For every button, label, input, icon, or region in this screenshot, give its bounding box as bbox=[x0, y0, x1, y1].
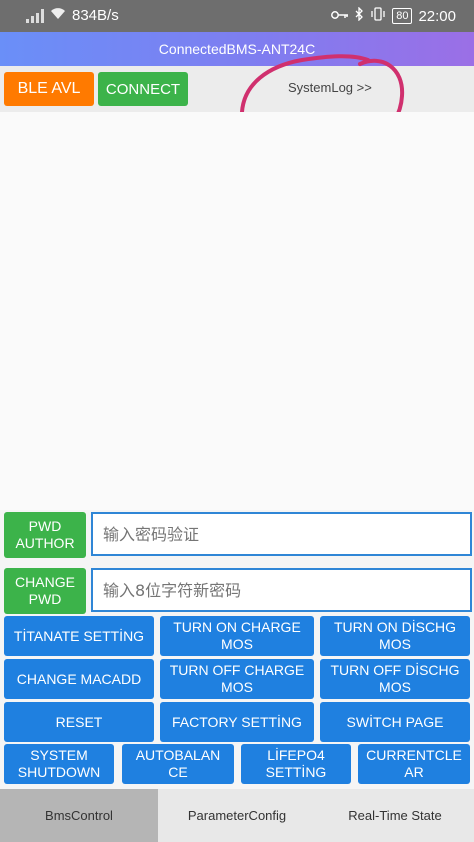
log-area bbox=[0, 112, 474, 510]
switch-page-button[interactable]: SWİTCH PAGE bbox=[320, 702, 470, 742]
vibrate-icon bbox=[370, 7, 386, 25]
factory-setting-button[interactable]: FACTORY SETTİNG bbox=[160, 702, 314, 742]
network-speed: 834B/s bbox=[72, 7, 119, 24]
app-title: ConnectedBMS-ANT24C bbox=[0, 32, 474, 66]
status-left: 834B/s bbox=[26, 7, 119, 24]
status-bar: 834B/s 80 22:00 bbox=[0, 0, 474, 32]
pwd-author-row: PWD AUTHOR bbox=[0, 510, 474, 560]
bottom-nav: BmsControl ParameterConfig Real-Time Sta… bbox=[0, 789, 474, 842]
battery-icon: 80 bbox=[392, 8, 413, 24]
wifi-icon bbox=[50, 7, 66, 24]
new-password-input[interactable] bbox=[91, 568, 472, 612]
tab-bmscontrol[interactable]: BmsControl bbox=[0, 789, 158, 842]
pwd-author-button[interactable]: PWD AUTHOR bbox=[4, 512, 86, 558]
key-icon bbox=[331, 8, 349, 25]
password-input[interactable] bbox=[91, 512, 472, 556]
lifepo4-setting-button[interactable]: LİFEPO4 SETTİNG bbox=[241, 744, 351, 784]
currentclear-button[interactable]: CURRENTCLEAR bbox=[358, 744, 470, 784]
change-macadd-button[interactable]: CHANGE MACADD bbox=[4, 659, 154, 699]
change-pwd-row: CHANGE PWD bbox=[0, 566, 474, 616]
reset-button[interactable]: RESET bbox=[4, 702, 154, 742]
connect-button[interactable]: CONNECT bbox=[98, 72, 188, 106]
toolbar: BLE AVL CONNECT SystemLog >> bbox=[0, 66, 474, 112]
bluetooth-icon bbox=[355, 6, 364, 25]
turn-on-charge-mos-button[interactable]: TURN ON CHARGE MOS bbox=[160, 616, 314, 656]
titanate-setting-button[interactable]: TİTANATE SETTİNG bbox=[4, 616, 154, 656]
ble-avl-button[interactable]: BLE AVL bbox=[4, 72, 94, 106]
system-shutdown-button[interactable]: SYSTEM SHUTDOWN bbox=[4, 744, 114, 784]
autobalance-button[interactable]: AUTOBALANCE bbox=[122, 744, 234, 784]
tab-realtime-state[interactable]: Real-Time State bbox=[316, 789, 474, 842]
tab-parameterconfig[interactable]: ParameterConfig bbox=[158, 789, 316, 842]
clock: 22:00 bbox=[418, 7, 456, 25]
change-pwd-button[interactable]: CHANGE PWD bbox=[4, 568, 86, 614]
system-log-link[interactable]: SystemLog >> bbox=[288, 80, 372, 95]
status-right: 80 22:00 bbox=[331, 6, 456, 25]
turn-on-dischg-mos-button[interactable]: TURN ON DİSCHG MOS bbox=[320, 616, 470, 656]
signal-icon bbox=[26, 8, 44, 23]
turn-off-dischg-mos-button[interactable]: TURN OFF DİSCHG MOS bbox=[320, 659, 470, 699]
turn-off-charge-mos-button[interactable]: TURN OFF CHARGE MOS bbox=[160, 659, 314, 699]
